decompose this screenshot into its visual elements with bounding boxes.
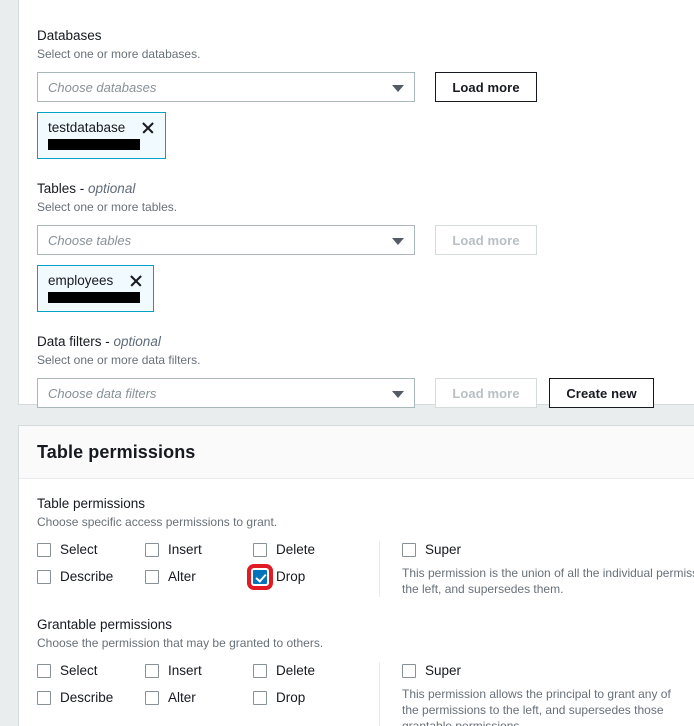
checkbox-icon[interactable] — [145, 570, 159, 584]
resources-panel: Databases Select one or more databases. … — [18, 0, 694, 443]
databases-description: Select one or more databases. — [37, 47, 201, 61]
checkbox-icon[interactable] — [37, 691, 51, 705]
table-permissions-label: Table permissions — [37, 496, 146, 511]
table-token-label: employees — [48, 273, 114, 288]
tables-load-more-button[interactable]: Load more — [435, 225, 537, 255]
checkbox-icon[interactable] — [253, 691, 267, 705]
table-permissions-description: Choose specific access permissions to gr… — [37, 515, 278, 529]
tables-select[interactable]: Choose tables — [37, 225, 415, 255]
checkbox-label: Alter — [168, 569, 196, 584]
databases-label-text: Databases — [37, 28, 102, 43]
checkbox-icon[interactable] — [145, 664, 159, 678]
tables-label-text: Tables - — [37, 181, 89, 196]
chevron-down-icon — [392, 391, 404, 398]
create-new-data-filter-button[interactable]: Create new — [549, 378, 654, 408]
data-filters-label-text: Data filters - — [37, 334, 114, 349]
checkbox-icon[interactable] — [37, 543, 51, 557]
checkbox-icon[interactable] — [253, 543, 267, 557]
data-filters-label-optional: optional — [113, 334, 161, 349]
checkbox-label: Super — [425, 542, 462, 557]
table-permissions-checkbox-grid: Select Insert Delete Describe Alter Drop — [37, 541, 379, 597]
grantable-permissions-block: Grantable permissions Choose the permiss… — [37, 597, 676, 726]
chevron-down-icon — [392, 238, 404, 245]
checkbox-table-delete[interactable]: Delete — [253, 541, 363, 558]
checkbox-icon[interactable] — [253, 664, 267, 678]
close-icon[interactable] — [129, 274, 143, 288]
checkbox-table-alter[interactable]: Alter — [145, 568, 253, 585]
super-description-line-1: This permission is the union of all the … — [402, 566, 694, 580]
database-token-chip[interactable]: testdatabase — [37, 112, 167, 159]
checkbox-grantable-alter[interactable]: Alter — [145, 689, 253, 706]
checkbox-label: Drop — [276, 569, 306, 584]
checkbox-label: Describe — [60, 690, 114, 705]
tables-label: Tables - optional — [37, 180, 676, 198]
checkbox-table-describe[interactable]: Describe — [37, 568, 145, 585]
checkbox-grantable-insert[interactable]: Insert — [145, 662, 253, 679]
tables-label-optional: optional — [88, 181, 136, 196]
checkbox-grantable-delete[interactable]: Delete — [253, 662, 363, 679]
databases-load-more-button[interactable]: Load more — [435, 72, 537, 102]
redacted-bar — [48, 292, 140, 303]
data-filters-description: Select one or more data filters. — [37, 353, 201, 367]
checkbox-table-drop[interactable]: Drop — [247, 564, 363, 590]
grantable-permissions-super-description: This permission allows the principal to … — [402, 687, 671, 726]
grantable-permissions-label: Grantable permissions — [37, 617, 173, 632]
tables-select-placeholder: Choose tables — [48, 232, 132, 248]
checkbox-icon[interactable] — [247, 564, 273, 590]
tables-description: Select one or more tables. — [37, 200, 178, 214]
close-icon[interactable] — [141, 121, 155, 135]
checkbox-icon[interactable] — [402, 664, 416, 678]
checkbox-label: Alter — [168, 690, 196, 705]
databases-select[interactable]: Choose databases — [37, 72, 415, 102]
table-permissions-block: Table permissions Choose specific access… — [37, 479, 694, 597]
table-permissions-super-description: This permission is the union of all the … — [402, 565, 694, 597]
checkbox-icon[interactable] — [402, 543, 416, 557]
databases-select-placeholder: Choose databases — [48, 79, 157, 95]
checkbox-grantable-super[interactable]: Super — [402, 662, 676, 679]
checkbox-label: Insert — [168, 663, 202, 678]
data-filters-load-more-button[interactable]: Load more — [435, 378, 537, 408]
grantable-permissions-checkbox-grid: Select Insert Delete Describe Alter Drop — [37, 662, 379, 726]
checkbox-icon[interactable] — [37, 570, 51, 584]
checkbox-label: Select — [60, 542, 98, 557]
table-permissions-super-column: Super This permission is the union of al… — [379, 541, 694, 597]
checkbox-label: Select — [60, 663, 98, 678]
checkbox-icon[interactable] — [145, 543, 159, 557]
redacted-bar — [48, 139, 140, 150]
checkbox-label: Super — [425, 663, 462, 678]
table-permissions-panel: Table permissions Table permissions Choo… — [18, 425, 694, 726]
databases-field: Databases Select one or more databases. … — [37, 27, 676, 159]
checkbox-icon[interactable] — [145, 691, 159, 705]
checkbox-grantable-drop[interactable]: Drop — [253, 689, 363, 706]
chevron-down-icon — [392, 85, 404, 92]
super-description-line-2: the left, and supersedes them. — [402, 582, 564, 596]
checkbox-label: Describe — [60, 569, 114, 584]
checkbox-label: Delete — [276, 663, 316, 678]
table-token-chip[interactable]: employees — [37, 265, 155, 312]
data-filters-label: Data filters - optional — [37, 333, 676, 351]
checkbox-table-select[interactable]: Select — [37, 541, 145, 558]
grantable-permissions-description: Choose the permission that may be grante… — [37, 636, 324, 650]
checkbox-table-insert[interactable]: Insert — [145, 541, 253, 558]
table-permissions-header: Table permissions — [19, 426, 694, 479]
checkbox-grantable-describe[interactable]: Describe — [37, 689, 145, 706]
tables-field: Tables - optional Select one or more tab… — [37, 180, 676, 312]
page-root: Databases Select one or more databases. … — [0, 0, 694, 726]
database-token-label: testdatabase — [48, 120, 126, 135]
checkbox-label: Insert — [168, 542, 202, 557]
checkbox-label: Delete — [276, 542, 316, 557]
data-filters-select-placeholder: Choose data filters — [48, 385, 157, 401]
page-title: Table permissions — [37, 442, 196, 462]
checkbox-grantable-select[interactable]: Select — [37, 662, 145, 679]
checkbox-icon[interactable] — [37, 664, 51, 678]
checkbox-table-super[interactable]: Super — [402, 541, 676, 558]
databases-label: Databases — [37, 27, 676, 45]
checkbox-label: Drop — [276, 690, 306, 705]
grantable-permissions-super-column: Super This permission allows the princip… — [379, 662, 676, 726]
data-filters-select[interactable]: Choose data filters — [37, 378, 415, 408]
